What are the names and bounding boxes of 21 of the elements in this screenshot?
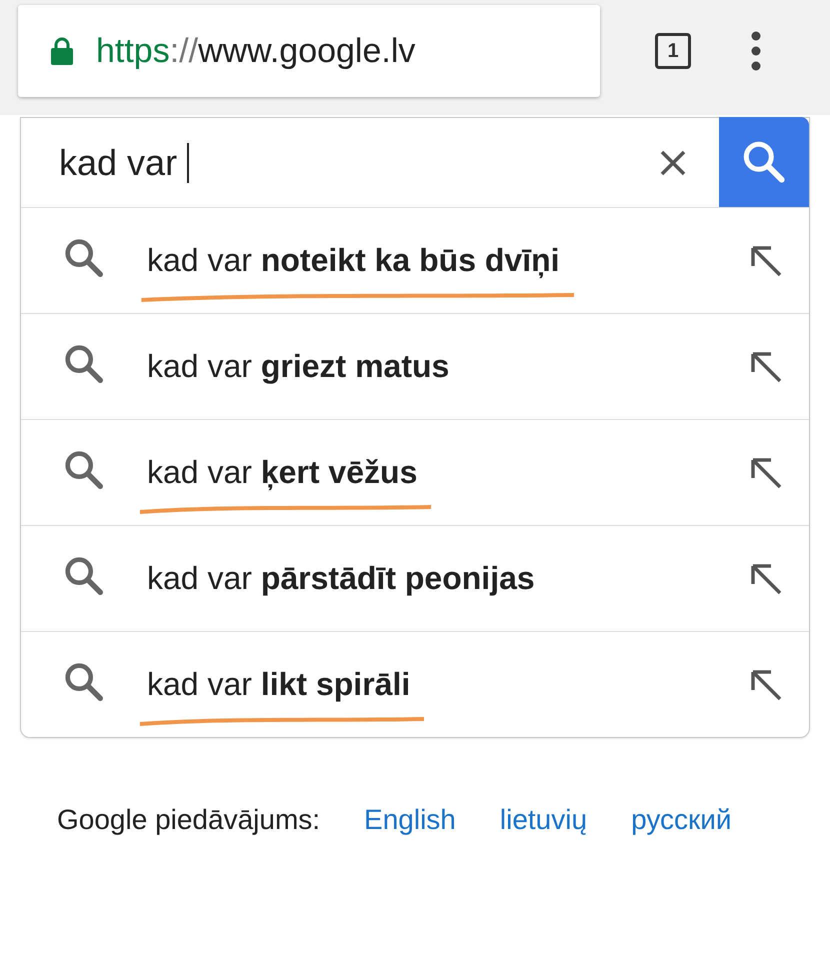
arrow-icon[interactable]	[749, 562, 783, 596]
arrow-icon[interactable]	[749, 456, 783, 490]
suggestion-item[interactable]: kad var likt spirāli	[147, 666, 410, 702]
clear-icon[interactable]	[659, 148, 687, 176]
arrow-icon[interactable]	[749, 668, 783, 702]
suggestion-item[interactable]: kad var ķert vēžus	[147, 454, 418, 490]
arrow-icon[interactable]	[749, 350, 783, 384]
language-link[interactable]: lietuvių	[500, 804, 588, 836]
footer-label: Google piedāvājums:	[57, 804, 320, 836]
address-bar[interactable]: https://www.google.lv	[18, 5, 600, 97]
suggestion-item[interactable]: kad var griezt matus	[147, 348, 450, 384]
suggestion-item[interactable]: kad var pārstādīt peonijas	[147, 560, 535, 596]
language-link[interactable]: English	[364, 804, 456, 836]
url-text: https://www.google.lv	[96, 32, 416, 70]
search-button[interactable]	[719, 117, 809, 207]
suggestion-item[interactable]: kad var noteikt ka būs dvīņi	[147, 242, 560, 278]
arrow-icon[interactable]	[749, 244, 783, 278]
tab-count-button[interactable]: 1	[655, 33, 691, 69]
search-field[interactable]: kad var	[21, 142, 659, 184]
language-link[interactable]: русский	[631, 804, 732, 836]
menu-icon[interactable]	[751, 31, 761, 71]
